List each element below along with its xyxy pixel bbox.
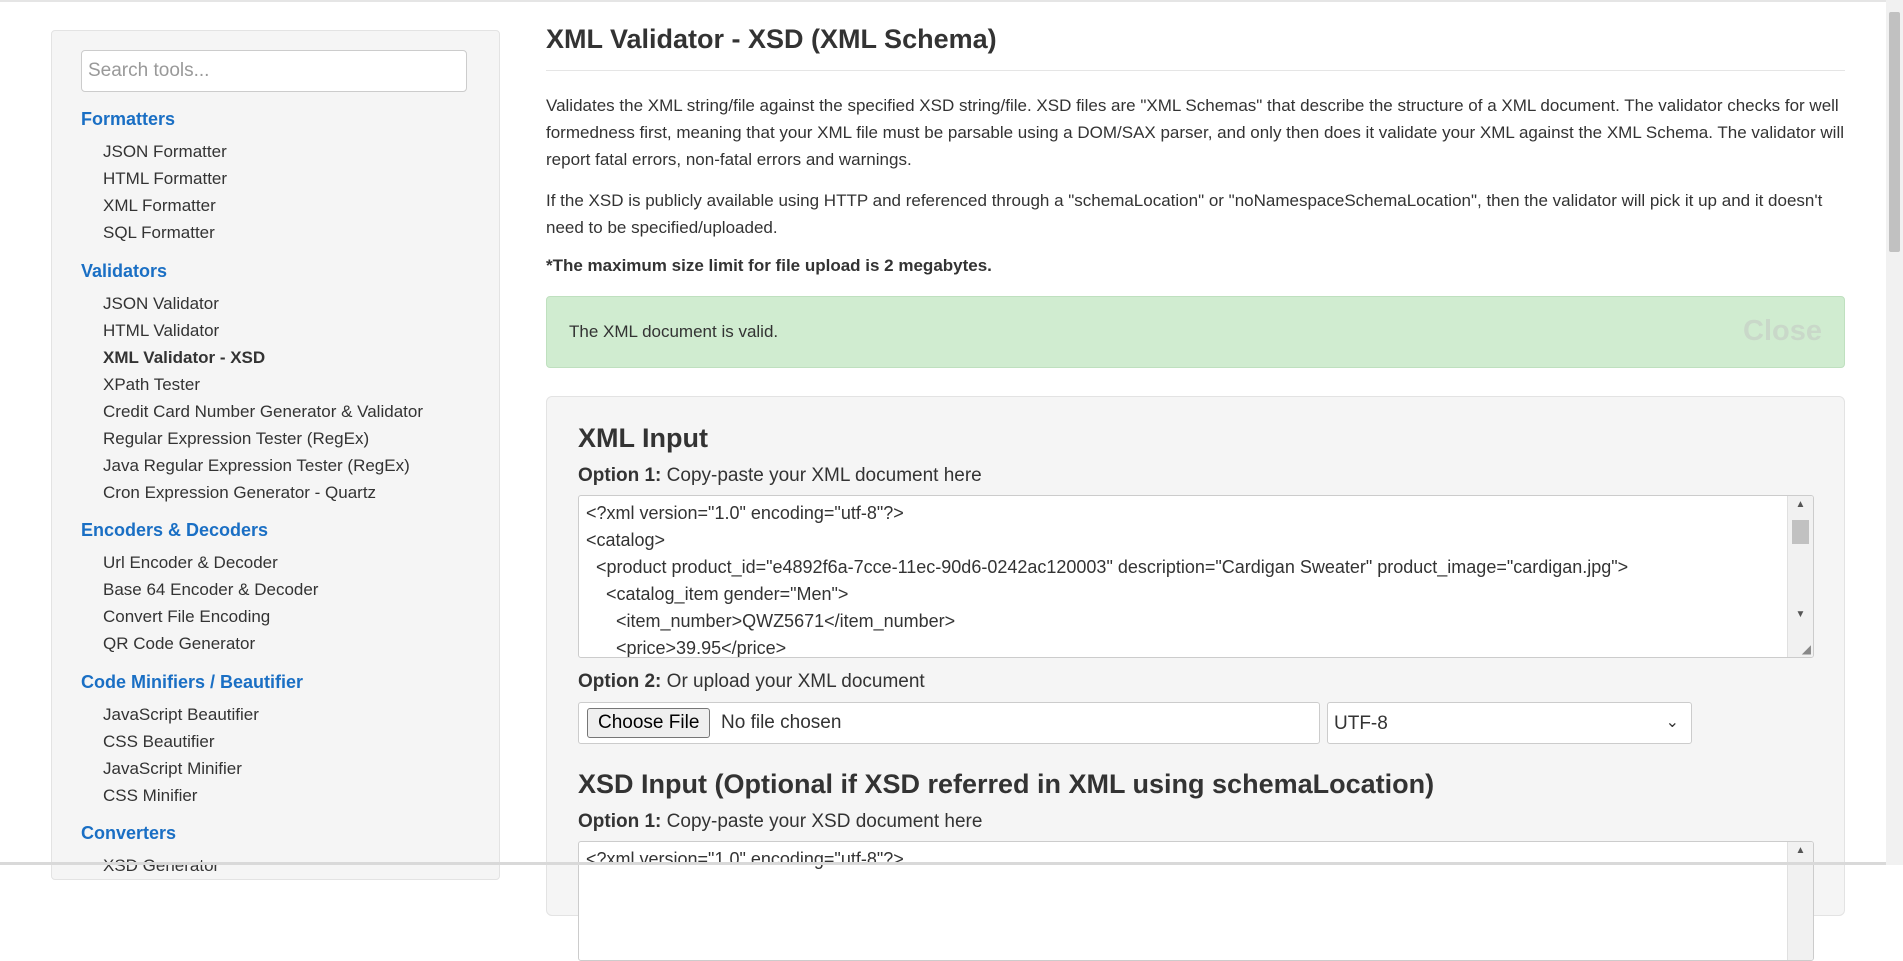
schema-location-paragraph: If the XSD is publicly available using H… [546,191,1823,237]
xsd-textarea-scrollbar[interactable]: ▲ [1787,842,1813,960]
resize-handle-icon[interactable]: ◢ [1802,643,1811,655]
sidebar-item-base64[interactable]: Base 64 Encoder & Decoder [103,579,318,601]
xml-textarea-scrollbar[interactable]: ▲ ▼ [1787,496,1813,657]
xml-code-line: <catalog> [586,530,666,550]
sidebar-item-qr-code[interactable]: QR Code Generator [103,633,255,655]
xml-option2-prefix: Option 2: [578,671,662,692]
xml-code-line: <product product_id="e4892f6a-7cce-11ec-… [586,557,1629,577]
xml-code-line: <?xml version="1.0" encoding="utf-8"?> [586,503,904,523]
category-encoders-decoders: Encoders & Decoders [81,520,269,540]
sidebar-item-css-beautifier[interactable]: CSS Beautifier [103,731,215,753]
sidebar-item-js-minifier[interactable]: JavaScript Minifier [103,758,242,780]
xsd-input-heading: XSD Input (Optional if XSD referred in X… [578,769,1435,799]
scroll-down-arrow-icon[interactable]: ▼ [1788,606,1813,624]
sidebar-item-json-formatter[interactable]: JSON Formatter [103,141,227,163]
encoding-value: UTF-8 [1334,713,1388,734]
category-validators: Validators [81,261,168,281]
xml-option1-prefix: Option 1: [578,465,662,486]
xml-option2-label: Option 2: Or upload your XML document [578,671,925,693]
scroll-up-arrow-icon[interactable]: ▲ [1788,496,1813,514]
upload-limit-note: *The maximum size limit for file upload … [546,256,992,275]
xsd-option1-text: Copy-paste your XSD document here [666,811,983,832]
sidebar-item-html-validator[interactable]: HTML Validator [103,320,219,342]
sidebar-item-cron-generator[interactable]: Cron Expression Generator - Quartz [103,482,376,504]
title-divider [546,70,1845,71]
xml-option1-label: Option 1: Copy-paste your XML document h… [578,465,982,487]
category-formatters: Formatters [81,109,176,129]
xsd-textarea[interactable]: <?xml version="1.0" encoding="utf-8"?> ▲ [578,841,1814,961]
xml-code: <?xml version="1.0" encoding="utf-8"?> <… [579,496,1813,658]
sidebar-item-sql-formatter[interactable]: SQL Formatter [103,222,215,244]
category-converters: Converters [81,823,177,843]
xsd-code: <?xml version="1.0" encoding="utf-8"?> [579,842,1813,873]
chevron-down-icon: ⌄ [1665,714,1679,731]
category-minifiers: Code Minifiers / Beautifier [81,672,304,692]
page-scrollbar[interactable] [1886,0,1903,865]
page-scroll-thumb[interactable] [1889,12,1900,252]
scroll-up-arrow-icon[interactable]: ▲ [1788,842,1813,860]
page-title: XML Validator - XSD (XML Schema) [546,24,997,54]
input-panel: XML Input Option 1: Copy-paste your XML … [546,396,1845,961]
xml-code-line: <catalog_item gender="Men"> [586,584,849,604]
sidebar-item-credit-card[interactable]: Credit Card Number Generator & Validator [103,401,423,423]
sidebar-item-html-formatter[interactable]: HTML Formatter [103,168,227,190]
scroll-thumb[interactable] [1792,520,1809,544]
sidebar-item-xpath-tester[interactable]: XPath Tester [103,374,200,396]
alert-message: The XML document is valid. [569,322,779,341]
sidebar-item-java-regex-tester[interactable]: Java Regular Expression Tester (RegEx) [103,455,410,477]
sidebar-item-url-encoder[interactable]: Url Encoder & Decoder [103,552,278,574]
sidebar: Formatters JSON Formatter HTML Formatter… [51,30,500,880]
xsd-option1-prefix: Option 1: [578,811,662,832]
sidebar-item-js-beautifier[interactable]: JavaScript Beautifier [103,704,259,726]
search-input[interactable] [81,50,467,92]
top-border [0,0,1903,2]
xml-code-line: <price>39.95</price> [586,638,787,658]
alert-close-button[interactable]: Close [1743,315,1822,348]
sidebar-item-css-minifier[interactable]: CSS Minifier [103,785,197,807]
xsd-option1-label: Option 1: Copy-paste your XSD document h… [578,811,982,833]
choose-file-button[interactable]: Choose File [587,708,711,738]
xml-code-line: <item_number>QWZ5671</item_number> [586,611,956,631]
xsd-code-line: <?xml version="1.0" encoding="utf-8"?> [586,849,904,869]
xml-textarea[interactable]: <?xml version="1.0" encoding="utf-8"?> <… [578,495,1814,658]
sidebar-item-regex-tester[interactable]: Regular Expression Tester (RegEx) [103,428,369,450]
sidebar-item-xml-formatter[interactable]: XML Formatter [103,195,216,217]
encoding-select[interactable]: UTF-8 ⌄ [1327,702,1692,744]
xml-file-input: Choose File No file chosen [578,702,1320,744]
description-paragraph: Validates the XML string/file against th… [546,96,1844,169]
sidebar-item-json-validator[interactable]: JSON Validator [103,293,219,315]
success-alert: The XML document is valid. Close [546,296,1845,368]
file-status: No file chosen [721,712,842,733]
sidebar-item-xsd-generator[interactable]: XSD Generator [103,855,219,877]
xml-option1-text: Copy-paste your XML document here [666,465,982,486]
sidebar-item-xml-validator-xsd[interactable]: XML Validator - XSD [103,347,265,369]
sidebar-item-convert-encoding[interactable]: Convert File Encoding [103,606,270,628]
xml-input-heading: XML Input [578,423,708,453]
xml-option2-text: Or upload your XML document [666,671,925,692]
